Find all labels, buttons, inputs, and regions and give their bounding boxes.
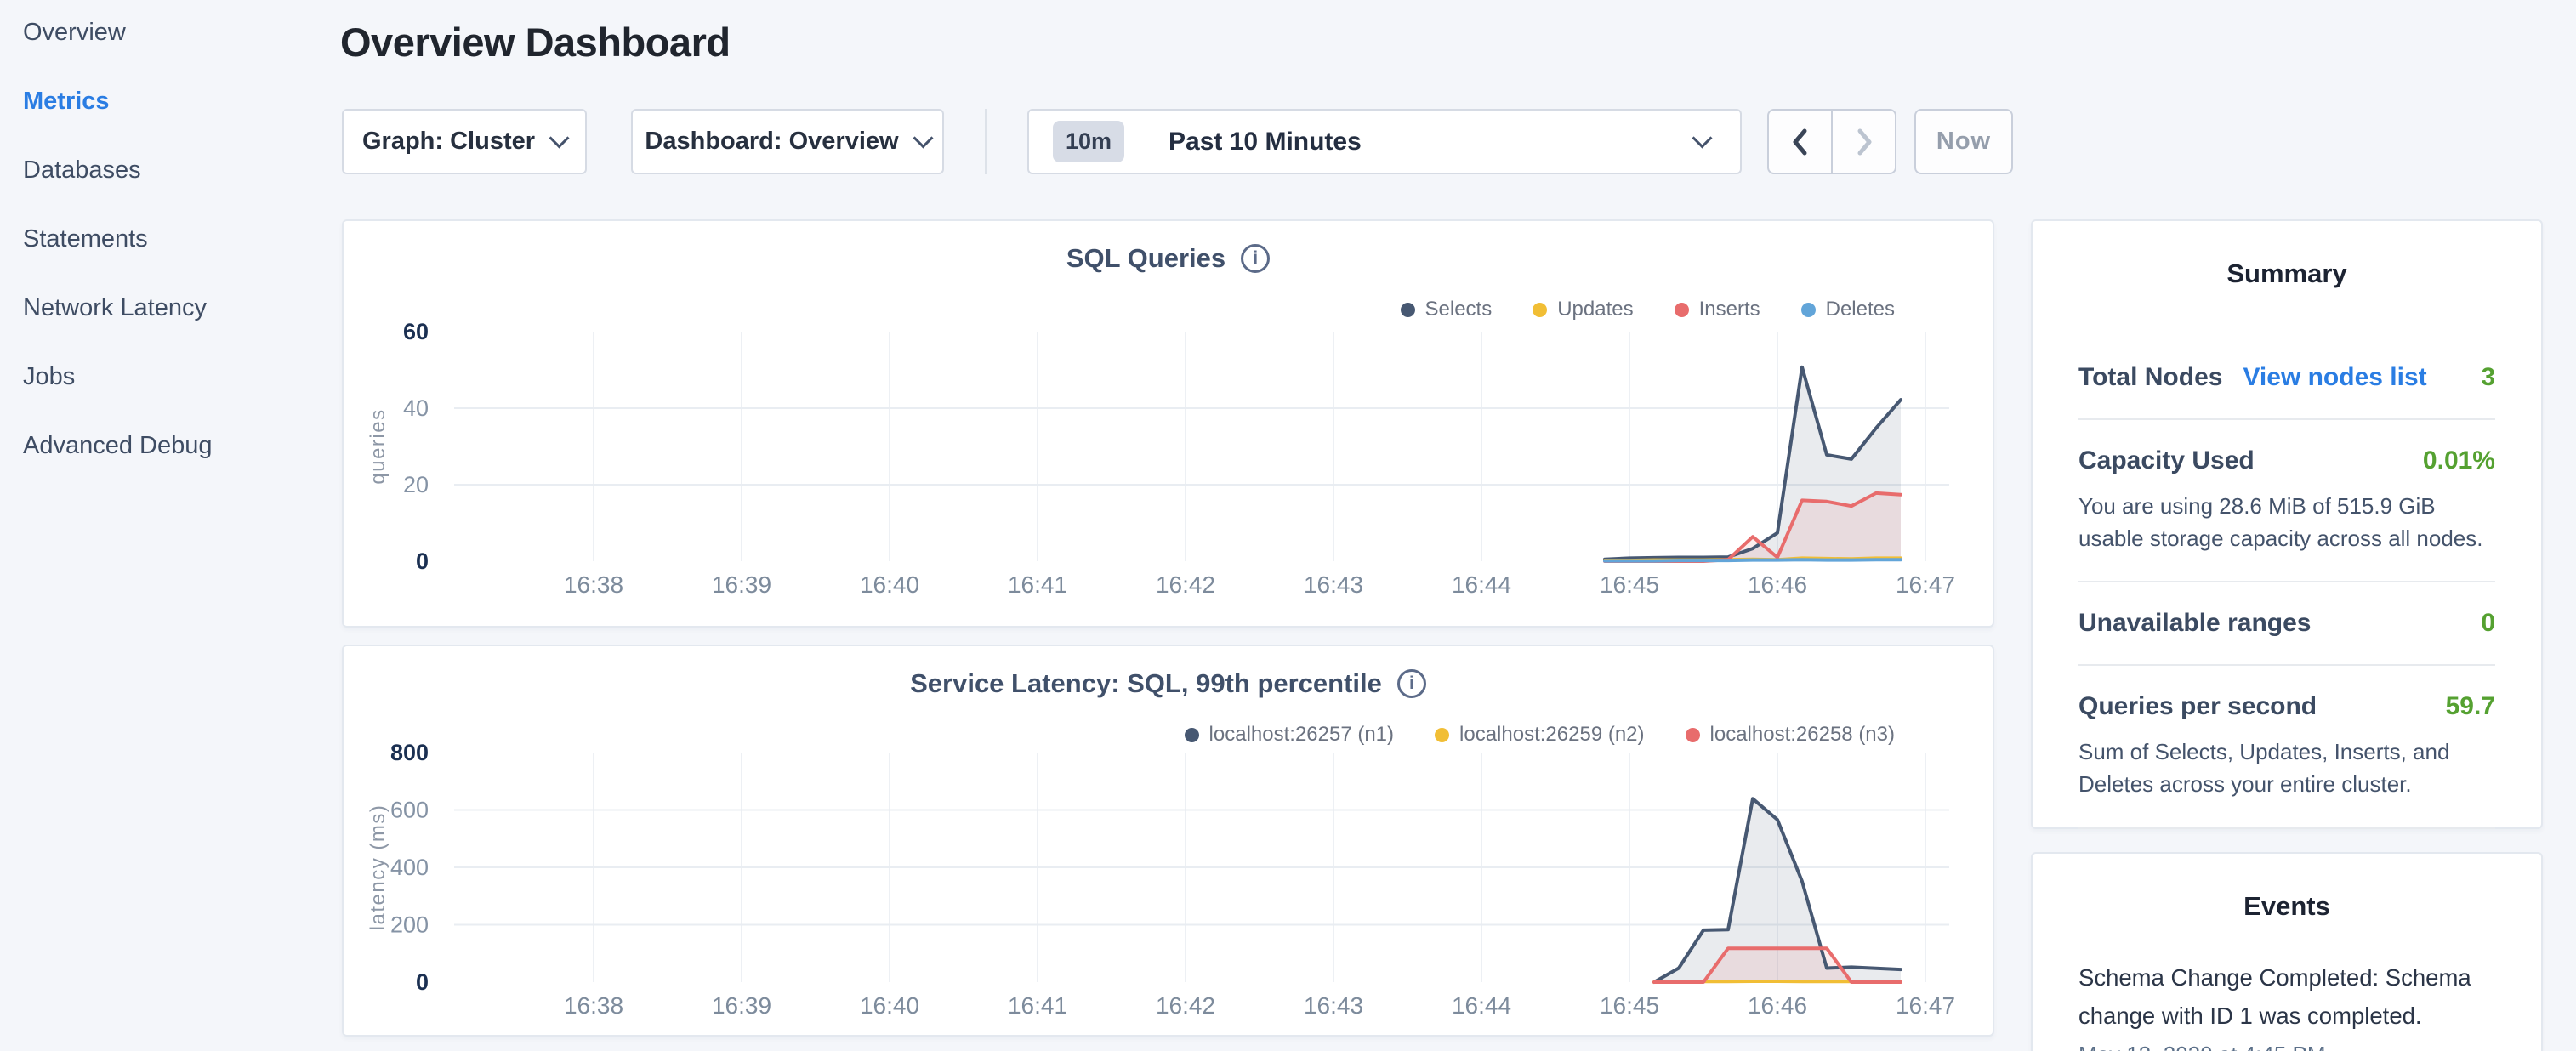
sidebar-item-jobs[interactable]: Jobs	[23, 364, 312, 389]
sidebar-item-overview[interactable]: Overview	[23, 20, 312, 45]
time-range-badge: 10m	[1053, 121, 1124, 162]
sidebar-nav: Overview Metrics Databases Statements Networ…	[23, 20, 312, 502]
graph-dropdown[interactable]: Graph: Cluster	[342, 109, 587, 174]
y-axis-tick: 200	[390, 912, 429, 938]
summary-row-unavailable-ranges: Unavailable ranges 0	[2078, 582, 2495, 666]
toolbar: Graph: Cluster Dashboard: Overview 10m P…	[342, 109, 2013, 174]
summary-title: Summary	[2078, 258, 2495, 289]
x-axis-tick: 16:39	[712, 571, 771, 598]
event-timestamp: May 13, 2020 at 4:45 PM	[2078, 1042, 2495, 1051]
x-axis-tick: 16:46	[1748, 571, 1807, 598]
chevron-right-icon	[1854, 127, 1874, 157]
x-axis-tick: 16:43	[1304, 992, 1363, 1019]
x-axis-tick: 16:38	[564, 571, 623, 598]
dashboard-dropdown[interactable]: Dashboard: Overview	[631, 109, 944, 174]
summary-row-value: 59.7	[2446, 692, 2495, 721]
x-axis-tick: 16:39	[712, 992, 771, 1019]
x-axis-tick: 16:42	[1156, 571, 1215, 598]
sql-queries-plot: 0 20 40 60 16:38 16:39 16:40 16:41 16:42 16:43 16:…	[344, 221, 1996, 629]
time-step-buttons	[1767, 109, 1896, 174]
summary-row-description: Sum of Selects, Updates, Inserts, and De…	[2078, 736, 2495, 800]
y-axis-tick: 0	[416, 548, 429, 574]
x-axis-tick: 16:40	[860, 571, 919, 598]
chevron-down-icon	[549, 128, 569, 148]
service-latency-plot: 0 200 400 600 800 16:38 16:39 16:40 16:41 16:42 16…	[344, 646, 1996, 1038]
summary-row-capacity-used: Capacity Used 0.01% You are using 28.6 MiB…	[2078, 420, 2495, 582]
x-axis-tick: 16:38	[564, 992, 623, 1019]
summary-rows: Total Nodes View nodes list 3 Capacity Used…	[2078, 337, 2495, 911]
summary-row-label: Unavailable ranges	[2078, 609, 2311, 638]
x-axis-tick: 16:41	[1008, 992, 1067, 1019]
x-axis-tick: 16:42	[1156, 992, 1215, 1019]
summary-row-value: 3	[2481, 363, 2495, 392]
x-axis-tick: 16:40	[860, 992, 919, 1019]
x-axis-tick: 16:47	[1896, 571, 1955, 598]
x-axis-tick: 16:44	[1452, 992, 1511, 1019]
sidebar-item-advanced-debug[interactable]: Advanced Debug	[23, 433, 312, 458]
x-axis-tick: 16:43	[1304, 571, 1363, 598]
y-axis-title: queries	[367, 408, 390, 484]
time-range-dropdown[interactable]: 10m Past 10 Minutes	[1027, 109, 1742, 174]
summary-row-label: Capacity Used	[2078, 446, 2255, 475]
time-step-forward-button[interactable]	[1833, 111, 1895, 173]
page-title: Overview Dashboard	[340, 19, 731, 65]
events-panel: Events Schema Change Completed: Schema c…	[2031, 852, 2543, 1051]
y-axis-tick: 0	[416, 969, 429, 995]
sql-queries-chart-card: SQL Queries i SelectsUpdatesInsertsDelet…	[342, 219, 1994, 628]
sidebar-item-network-latency[interactable]: Network Latency	[23, 295, 312, 321]
db-console-page: Overview Metrics Databases Statements Networ…	[0, 0, 2576, 1051]
event-text: Schema Change Completed: Schema change w…	[2078, 959, 2495, 1035]
events-title: Events	[2078, 891, 2495, 922]
x-axis-tick: 16:45	[1600, 992, 1659, 1019]
summary-row-queries-per-second: Queries per second 59.7 Sum of Selects, Up…	[2078, 666, 2495, 828]
now-button[interactable]: Now	[1914, 109, 2013, 174]
y-axis-tick: 40	[403, 395, 429, 421]
graph-dropdown-label: Graph: Cluster	[362, 128, 535, 156]
y-axis-title: latency (ms)	[367, 804, 390, 931]
view-nodes-list-link[interactable]: View nodes list	[2243, 363, 2426, 392]
summary-panel: Summary Total Nodes View nodes list 3 Capac…	[2031, 219, 2543, 829]
x-axis-tick: 16:41	[1008, 571, 1067, 598]
y-axis-tick: 20	[403, 472, 429, 497]
y-axis-tick: 800	[390, 740, 429, 765]
chevron-down-icon	[913, 128, 933, 148]
x-axis-tick: 16:45	[1600, 571, 1659, 598]
summary-row-value: 0	[2481, 609, 2495, 638]
time-step-back-button[interactable]	[1769, 111, 1833, 173]
x-axis-tick: 16:46	[1748, 992, 1807, 1019]
toolbar-divider	[985, 109, 987, 174]
summary-row-label: Total Nodes	[2078, 363, 2222, 392]
sidebar-item-databases[interactable]: Databases	[23, 157, 312, 183]
sidebar-item-statements[interactable]: Statements	[23, 226, 312, 252]
time-range-label: Past 10 Minutes	[1169, 128, 1362, 156]
summary-row-description: You are using 28.6 MiB of 515.9 GiB usab…	[2078, 491, 2495, 554]
dashboard-dropdown-label: Dashboard: Overview	[645, 128, 898, 156]
y-axis-tick: 600	[390, 798, 429, 823]
service-latency-chart-card: Service Latency: SQL, 99th percentile i …	[342, 645, 1994, 1037]
x-axis-tick: 16:44	[1452, 571, 1511, 598]
summary-row-value: 0.01%	[2423, 446, 2495, 475]
y-axis-tick: 400	[390, 855, 429, 880]
y-axis-tick: 60	[403, 319, 429, 344]
summary-row-label: Queries per second	[2078, 692, 2317, 721]
summary-row-total-nodes: Total Nodes View nodes list 3	[2078, 337, 2495, 420]
x-axis-tick: 16:47	[1896, 992, 1955, 1019]
chevron-left-icon	[1790, 127, 1811, 157]
sidebar-item-metrics[interactable]: Metrics	[23, 88, 312, 114]
chevron-down-icon	[1692, 128, 1712, 148]
